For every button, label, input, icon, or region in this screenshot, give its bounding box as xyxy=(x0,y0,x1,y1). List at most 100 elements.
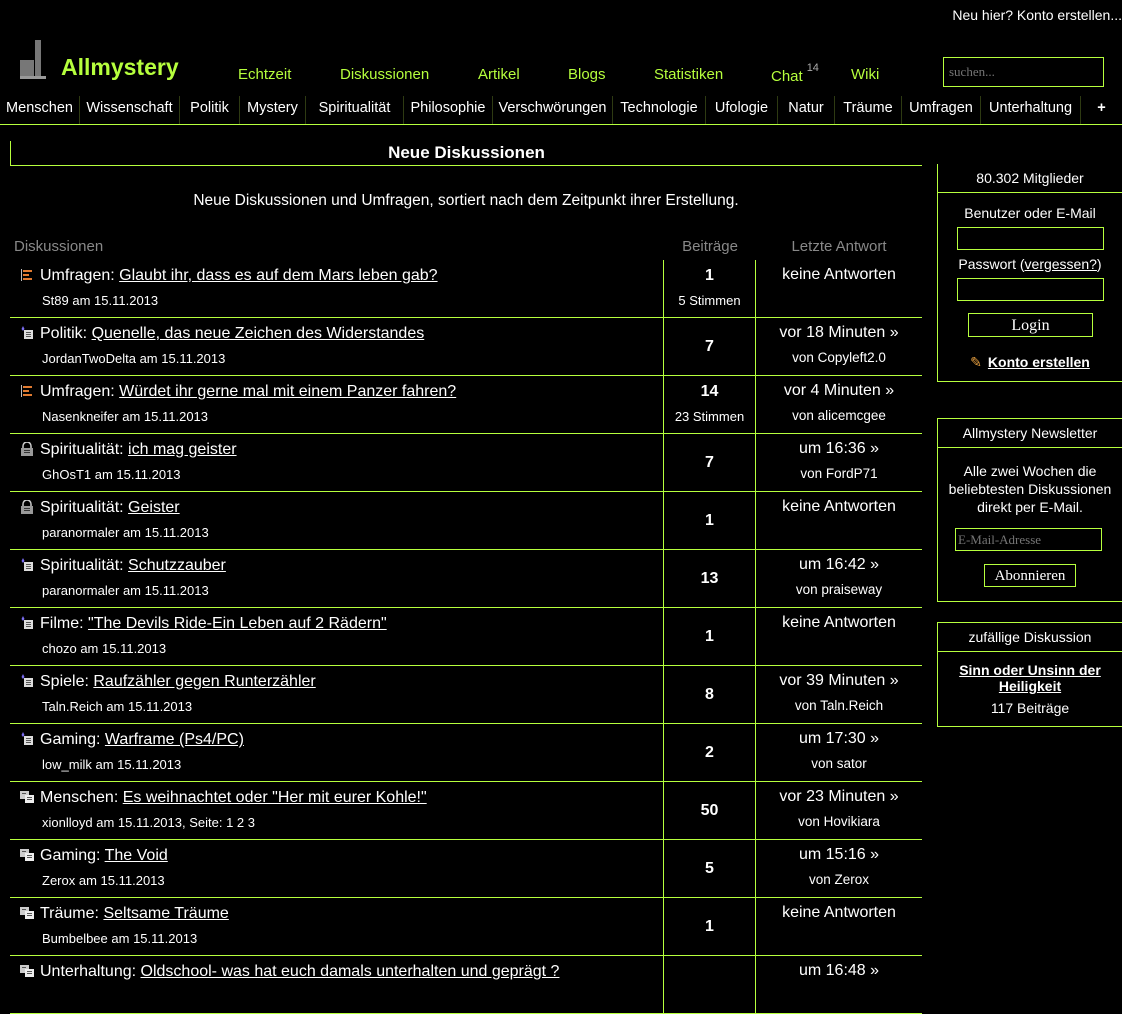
discussion-row: Politik: Quenelle, das neue Zeichen des … xyxy=(10,318,922,376)
discussion-title-line: Spiritualität: ich mag geister xyxy=(40,441,237,459)
cat-politik[interactable]: Politik xyxy=(180,96,239,124)
forgot-password-link[interactable]: vergessen? xyxy=(1025,256,1097,272)
discussion-date: am 15.11.2013 xyxy=(95,757,182,772)
nav-diskussionen[interactable]: Diskussionen xyxy=(340,66,429,83)
discussion-title-link[interactable]: "The Devils Ride-Ein Leben auf 2 Rädern" xyxy=(88,615,387,632)
discussion-author[interactable]: Taln.Reich xyxy=(42,699,103,714)
password-input[interactable] xyxy=(957,278,1104,301)
discussion-title-link[interactable]: Geister xyxy=(128,499,180,516)
discussion-title-link[interactable]: Raufzähler gegen Runterzähler xyxy=(93,673,315,690)
nav-wiki[interactable]: Wiki xyxy=(851,66,879,83)
last-reply-time[interactable]: um 16:36 » xyxy=(756,440,922,458)
last-reply-time[interactable]: um 15:16 » xyxy=(756,846,922,864)
discussion-author[interactable]: Bumbelbee xyxy=(42,931,108,946)
last-reply-cell: um 17:30 » von sator xyxy=(756,724,922,782)
last-reply-author: von praiseway xyxy=(795,582,883,597)
nav-chat[interactable]: Chat 14 xyxy=(771,62,819,85)
discussion-title-link[interactable]: Glaubt ihr, dass es auf dem Mars leben g… xyxy=(119,267,437,284)
discussion-title-line: Menschen: Es weihnachtet oder "Her mit e… xyxy=(40,789,427,807)
username-label: Benutzer oder E-Mail xyxy=(964,205,1096,221)
discussion-cell: Filme: "The Devils Ride-Ein Leben auf 2 … xyxy=(10,608,664,666)
discussion-date: am 15.11.2013 xyxy=(72,293,159,308)
discussion-author[interactable]: paranormaler xyxy=(42,583,119,598)
logo-icon[interactable] xyxy=(20,40,60,80)
last-reply-time[interactable]: um 16:42 » xyxy=(756,556,922,574)
cat-technologie[interactable]: Technologie xyxy=(613,96,705,124)
post-count-cell: 7 xyxy=(664,318,756,376)
discussion-meta: Nasenkneifer am 15.11.2013 xyxy=(42,409,208,424)
cat-traeume[interactable]: Träume xyxy=(835,96,901,124)
last-reply-time[interactable]: keine Antworten xyxy=(756,904,922,922)
discussion-title-link[interactable]: Würdet ihr gerne mal mit einem Panzer fa… xyxy=(119,383,456,400)
discussion-title-line: Träume: Seltsame Träume xyxy=(40,905,229,923)
last-reply-time[interactable]: vor 4 Minuten » xyxy=(756,382,922,400)
last-reply-time[interactable]: vor 39 Minuten » xyxy=(756,672,922,690)
last-reply-time[interactable]: um 17:30 » xyxy=(756,730,922,748)
new-thread-icon xyxy=(20,674,34,688)
discussion-author[interactable]: Zerox xyxy=(42,873,75,888)
discussion-title-link[interactable]: Warframe (Ps4/PC) xyxy=(105,731,244,748)
signup-link[interactable]: Neu hier? Konto erstellen... xyxy=(952,7,1122,23)
discussion-author[interactable]: xionlloyd xyxy=(42,815,93,830)
create-account-link[interactable]: ✎ Konto erstellen xyxy=(938,354,1122,371)
discussion-title-link[interactable]: ich mag geister xyxy=(128,441,237,458)
discussion-title-link[interactable]: Oldschool- was hat euch damals unterhalt… xyxy=(141,963,560,980)
vote-count: 23 Stimmen xyxy=(674,409,745,424)
discussion-title-line: Gaming: Warframe (Ps4/PC) xyxy=(40,731,244,749)
post-count: 13 xyxy=(700,570,719,587)
create-account-label: Konto erstellen xyxy=(987,354,1090,370)
discussion-author[interactable]: paranormaler xyxy=(42,525,119,540)
search-input[interactable] xyxy=(943,57,1104,87)
discussion-author[interactable]: chozo xyxy=(42,641,77,656)
last-reply-time[interactable]: keine Antworten xyxy=(756,266,922,284)
hot-thread-icon xyxy=(20,790,34,804)
post-count-cell: 50 xyxy=(664,782,756,840)
discussion-title-link[interactable]: Quenelle, das neue Zeichen des Widerstan… xyxy=(92,325,425,342)
cat-ufologie[interactable]: Ufologie xyxy=(706,96,777,124)
cat-mystery[interactable]: Mystery xyxy=(240,96,305,124)
discussion-date: am 15.11.2013 xyxy=(78,873,165,888)
cat-verschwoerungen[interactable]: Verschwörungen xyxy=(493,96,612,124)
cat-spiritualitaet[interactable]: Spiritualität xyxy=(306,96,403,124)
last-reply-time[interactable]: um 16:48 » xyxy=(756,962,922,980)
discussion-author[interactable]: low_milk xyxy=(42,757,92,772)
discussion-title-link[interactable]: Seltsame Träume xyxy=(103,905,228,922)
subscribe-button[interactable]: Abonnieren xyxy=(984,564,1076,587)
discussion-meta: Bumbelbee am 15.11.2013 xyxy=(42,931,197,946)
discussion-author[interactable]: JordanTwoDelta xyxy=(42,351,136,366)
discussion-date: am 15.11.2013 xyxy=(122,583,209,598)
cat-menschen[interactable]: Menschen xyxy=(0,96,79,124)
poll-icon xyxy=(20,384,34,398)
nav-echtzeit[interactable]: Echtzeit xyxy=(238,66,291,83)
discussion-category: Träume: xyxy=(40,905,99,922)
cat-more-button[interactable]: + xyxy=(1081,96,1122,124)
cat-philosophie[interactable]: Philosophie xyxy=(404,96,492,124)
discussion-category: Spiritualität: xyxy=(40,499,124,516)
discussion-category: Unterhaltung: xyxy=(40,963,137,980)
discussion-title-link[interactable]: Schutzzauber xyxy=(128,557,226,574)
discussion-title-link[interactable]: Es weihnachtet oder "Her mit eurer Kohle… xyxy=(123,789,427,806)
newsletter-email-input[interactable] xyxy=(955,528,1102,551)
cat-natur[interactable]: Natur xyxy=(778,96,834,124)
login-button[interactable]: Login xyxy=(968,313,1093,337)
discussion-author[interactable]: Nasenkneifer xyxy=(42,409,119,424)
last-reply-cell: keine Antworten xyxy=(756,260,922,318)
username-input[interactable] xyxy=(957,227,1104,250)
last-reply-time[interactable]: keine Antworten xyxy=(756,498,922,516)
nav-blogs[interactable]: Blogs xyxy=(568,66,606,83)
last-reply-time[interactable]: vor 23 Minuten » xyxy=(756,788,922,806)
discussion-category: Spiele: xyxy=(40,673,89,690)
cat-unterhaltung[interactable]: Unterhaltung xyxy=(981,96,1080,124)
discussion-author[interactable]: GhOsT1 xyxy=(42,467,91,482)
discussion-author[interactable]: St89 xyxy=(42,293,69,308)
brand-title[interactable]: Allmystery xyxy=(61,54,179,81)
cat-umfragen[interactable]: Umfragen xyxy=(902,96,980,124)
discussion-date: am 15.11.2013 xyxy=(94,467,181,482)
discussion-title-link[interactable]: The Void xyxy=(105,847,168,864)
last-reply-time[interactable]: keine Antworten xyxy=(756,614,922,632)
cat-wissenschaft[interactable]: Wissenschaft xyxy=(80,96,179,124)
last-reply-time[interactable]: vor 18 Minuten » xyxy=(756,324,922,342)
nav-statistiken[interactable]: Statistiken xyxy=(654,66,723,83)
nav-artikel[interactable]: Artikel xyxy=(478,66,520,83)
random-discussion-link[interactable]: Sinn oder Unsinn der Heiligkeit xyxy=(952,662,1108,694)
